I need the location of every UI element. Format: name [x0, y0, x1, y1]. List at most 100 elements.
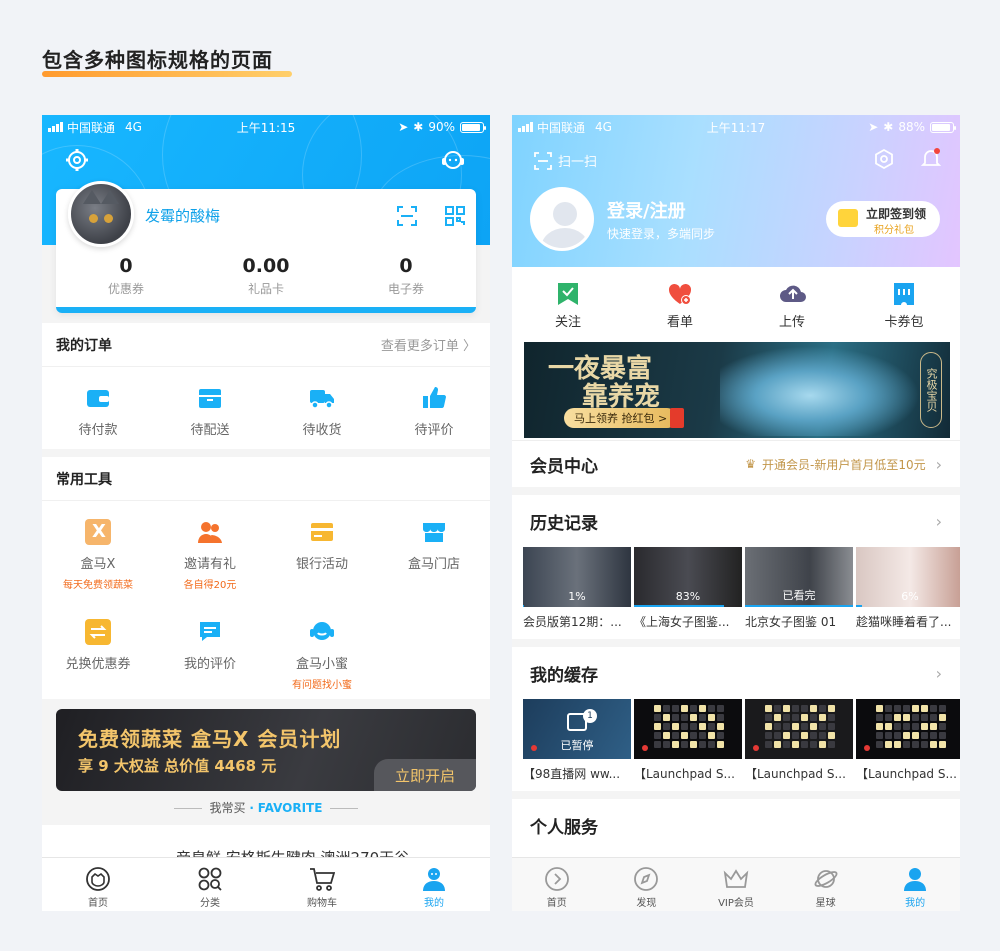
sign-in-button[interactable]: 立即签到领 积分礼包 [826, 201, 940, 237]
play-circle-icon [544, 866, 570, 892]
launchpad-key [699, 741, 706, 748]
username[interactable]: 发霉的酸梅 [145, 205, 220, 226]
cache-item[interactable]: 【Launchpad S... [745, 699, 853, 787]
tool-sub: 有问题找小蜜 [292, 680, 352, 691]
settings-gear-icon[interactable] [874, 148, 894, 173]
tool-bank[interactable]: 银行活动 [266, 519, 378, 572]
scan-icon[interactable] [396, 205, 418, 231]
crown-small-icon: ♛ [745, 457, 756, 471]
launchpad-key [681, 741, 688, 748]
bell-icon[interactable] [920, 147, 942, 173]
tab-home[interactable]: 首页 [42, 858, 154, 911]
tool-hema-x[interactable]: X 盒马X 每天免费领蔬菜 [42, 519, 154, 591]
launchpad-key [801, 741, 808, 748]
cache-thumbnail [634, 699, 742, 759]
adopt-button[interactable]: 马上领养 抢红包 > [564, 408, 678, 428]
launchpad-key [765, 714, 772, 721]
tab-vip[interactable]: VIP会员 [691, 858, 781, 911]
launchpad-key [792, 723, 799, 730]
tab-category[interactable]: 分类 [154, 858, 266, 911]
login-register-link[interactable]: 登录/注册 [607, 197, 686, 223]
tab-discover[interactable]: 发现 [602, 858, 692, 911]
launchpad-key [765, 732, 772, 739]
launchpad-key [921, 723, 928, 730]
tab-cart[interactable]: 购物车 [266, 858, 378, 911]
launchpad-key [801, 705, 808, 712]
cache-caption: 【Launchpad S... [634, 767, 735, 781]
quick-watchlist[interactable]: 看单 [624, 267, 736, 337]
divider [512, 791, 960, 799]
tab-home[interactable]: 首页 [512, 858, 602, 911]
launchpad-key [708, 723, 715, 730]
tab-mine[interactable]: 我的 [378, 858, 490, 911]
member-center-row[interactable]: 会员中心 ♛ 开通会员-新用户首月低至10元 › [512, 440, 960, 495]
tool-my-review[interactable]: 我的评价 [154, 619, 266, 672]
quick-tickets[interactable]: 卡券包 [848, 267, 960, 337]
stat-coupon[interactable]: 0 优惠券 [56, 255, 196, 297]
bookmark-check-icon [555, 281, 581, 307]
launchpad-key [699, 723, 706, 730]
customer-service-icon[interactable] [440, 147, 466, 173]
quick-upload[interactable]: 上传 [736, 267, 848, 337]
launchpad-key [708, 705, 715, 712]
favorite-en: FAVORITE [257, 801, 323, 815]
membership-promo-banner[interactable]: 免费领蔬菜 盒马X 会员计划 享 9 大权益 总价值 4468 元 立即开启 [56, 709, 476, 791]
stat-label: 电子券 [387, 282, 424, 296]
scan-button[interactable]: 扫一扫 [534, 151, 597, 170]
avatar[interactable] [68, 181, 134, 247]
history-item[interactable]: 83% 《上海女子图鉴... [634, 547, 742, 635]
launchpad-key [903, 705, 910, 712]
tool-exchange-coupon[interactable]: 兑换优惠券 [42, 619, 154, 672]
launchpad-key [894, 705, 901, 712]
launchpad-key [783, 705, 790, 712]
history-row[interactable]: 历史记录 › [512, 495, 960, 547]
order-pending-review[interactable]: 待评价 [378, 385, 490, 438]
tool-invite[interactable]: 邀请有礼 各自得20元 [154, 519, 266, 591]
chevron-right-icon: › [935, 511, 942, 531]
tab-mine[interactable]: 我的 [870, 858, 960, 911]
bluetooth-icon: ✱ [883, 120, 894, 134]
stat-label: 礼品卡 [247, 282, 284, 296]
launchpad-key [663, 732, 670, 739]
personal-service-row[interactable]: 个人服务 [512, 799, 960, 851]
tool-hema-assistant[interactable]: 盒马小蜜 有问题找小蜜 [266, 619, 378, 691]
launchpad-key [672, 705, 679, 712]
history-item[interactable]: 6% 趁猫咪睡着看了... [856, 547, 960, 635]
qr-code-icon[interactable] [444, 205, 466, 231]
history-thumbnail: 已看完 [745, 547, 853, 607]
launchpad-key [690, 705, 697, 712]
launchpad-key [654, 723, 661, 730]
quick-label: 卡券包 [884, 315, 924, 330]
avatar[interactable] [530, 187, 594, 251]
cache-item[interactable]: 【Launchpad S... [634, 699, 742, 787]
launchpad-key [939, 714, 946, 721]
stat-value: 0 [399, 255, 413, 277]
open-membership-button[interactable]: 立即开启 [374, 759, 476, 791]
cache-row[interactable]: 我的缓存 › [512, 647, 960, 699]
settings-gear-icon[interactable] [64, 147, 90, 173]
history-list: 1% 会员版第12期：... 83% 《上海女子图鉴... 已看完 北京女子图鉴… [523, 547, 960, 635]
history-item[interactable]: 1% 会员版第12期：... [523, 547, 631, 635]
stat-gift-card[interactable]: 0.00 礼品卡 [196, 255, 336, 297]
store-icon [421, 519, 447, 545]
status-time: 上午11:17 [706, 120, 766, 135]
section-title: 我的缓存 [530, 665, 598, 686]
launchpad-key [765, 723, 772, 730]
quick-follow[interactable]: 关注 [512, 267, 624, 337]
cache-item[interactable]: 【Launchpad S... [856, 699, 960, 787]
tab-planet[interactable]: 星球 [781, 858, 871, 911]
order-pending-delivery[interactable]: 待配送 [154, 385, 266, 438]
stat-e-coupon[interactable]: 0 电子券 [336, 255, 476, 297]
tool-store[interactable]: 盒马门店 [378, 519, 490, 572]
cache-item[interactable]: 1 已暂停 【98直播网 ww... [523, 699, 631, 787]
launchpad-key [717, 714, 724, 721]
location-icon: ➤ [868, 120, 879, 134]
order-pending-payment[interactable]: 待付款 [42, 385, 154, 438]
more-orders-link[interactable]: 查看更多订单 〉 [381, 335, 476, 354]
pet-promo-banner[interactable]: 一夜暴富 靠养宠 马上领养 抢红包 > 究极宝贝 [524, 342, 950, 438]
order-pending-receipt[interactable]: 待收货 [266, 385, 378, 438]
launchpad-key [801, 732, 808, 739]
history-item[interactable]: 已看完 北京女子图鉴 01 [745, 547, 853, 635]
page-title: 包含多种图标规格的页面 [42, 44, 292, 77]
wallet-icon [85, 385, 111, 411]
